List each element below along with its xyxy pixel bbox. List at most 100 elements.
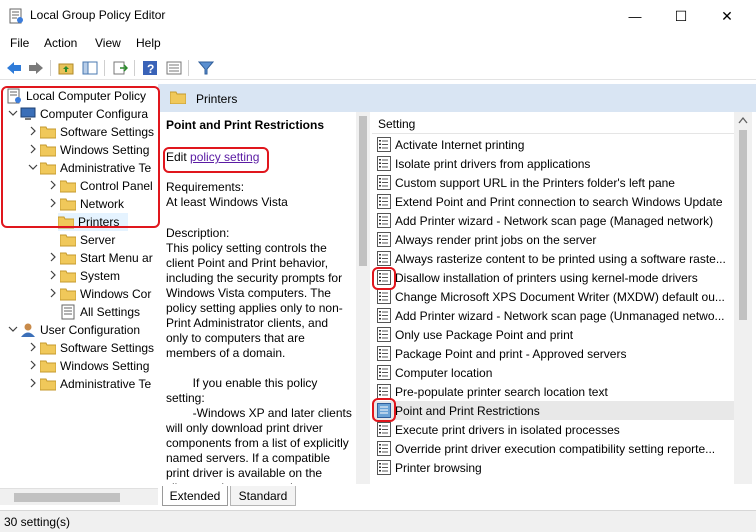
tree-item-label: Administrative Te [60,161,152,175]
setting-row[interactable]: Extend Point and Print connection to sea… [372,192,734,211]
tree-item-software-settings[interactable]: Software Settings [0,339,158,357]
menu-file[interactable]: File [10,36,29,50]
tree-horizontal-scrollbar[interactable] [0,488,158,505]
tab-extended[interactable]: Extended [162,486,228,506]
settings-scrollbar[interactable] [734,112,752,484]
requirements: Requirements: At least Windows Vista [166,180,288,210]
folder-icon [59,178,77,194]
policy-setting-icon [377,441,391,456]
setting-row[interactable]: Disallow installation of printers using … [372,268,734,287]
setting-row[interactable]: Change Microsoft XPS Document Writer (MX… [372,287,734,306]
setting-label: Computer location [395,366,493,380]
chevron-right-icon[interactable] [28,126,38,136]
setting-row[interactable]: Add Printer wizard - Network scan page (… [372,306,734,325]
setting-row[interactable]: Isolate print drivers from applications [372,154,734,173]
show-hide-tree-button[interactable] [80,58,100,78]
tree-item-label: Server [80,233,116,247]
minimize-button[interactable]: — [612,0,658,32]
chevron-right-icon[interactable] [48,270,58,280]
tree-item-administrative-te[interactable]: Administrative Te [0,159,158,177]
tree-item-windows-setting[interactable]: Windows Setting [0,141,158,159]
chevron-down-icon[interactable] [8,324,18,334]
policy-setting-icon [377,460,391,475]
up-folder-button[interactable] [56,58,76,78]
setting-row[interactable]: Only use Package Point and print [372,325,734,344]
filter-icon [198,61,214,75]
setting-row[interactable]: Execute print drivers in isolated proces… [372,420,734,439]
setting-row[interactable]: Custom support URL in the Printers folde… [372,173,734,192]
tree-item-user-configuration[interactable]: User Configuration [0,321,158,339]
menu-help[interactable]: Help [136,36,161,50]
setting-row[interactable]: Package Point and print - Approved serve… [372,344,734,363]
tree-item-printers[interactable]: Printers [57,213,128,231]
setting-label: Point and Print Restrictions [395,404,540,418]
column-header-setting[interactable]: Setting [372,112,734,134]
setting-row[interactable]: Always render print jobs on the server [372,230,734,249]
export-list-button[interactable] [110,58,130,78]
description-scrollbar[interactable] [356,112,370,484]
setting-label: Add Printer wizard - Network scan page (… [395,309,725,323]
chevron-right-icon[interactable] [48,252,58,262]
setting-row[interactable]: Printer browsing [372,458,734,477]
description-pane: Point and Print Restrictions Edit policy… [160,112,356,484]
folder-icon [59,250,77,266]
tree-item-windows-setting[interactable]: Windows Setting [0,357,158,375]
policy-setting-icon [377,232,391,247]
tree-item-software-settings[interactable]: Software Settings [0,123,158,141]
chevron-right-icon[interactable] [28,378,38,388]
tree-item-server[interactable]: Server [0,231,158,249]
help-button[interactable]: ? [140,58,160,78]
tree-item-windows-cor[interactable]: Windows Cor [0,285,158,303]
chevron-down-icon[interactable] [8,108,18,118]
toolbar: ? [0,56,756,80]
forward-button[interactable] [26,58,46,78]
setting-row[interactable]: Add Printer wizard - Network scan page (… [372,211,734,230]
setting-row[interactable]: Override print driver execution compatib… [372,439,734,458]
edit-line: Edit policy setting [166,150,259,164]
chevron-right-icon[interactable] [28,342,38,352]
tree-item-label: Network [80,197,125,211]
setting-label: Always rasterize content to be printed u… [395,252,726,266]
tree-item-computer-configura[interactable]: Computer Configura [0,105,158,123]
chevron-right-icon[interactable] [28,360,38,370]
setting-row[interactable]: Pre-populate printer search location tex… [372,382,734,401]
setting-row[interactable]: Point and Print Restrictions [372,401,734,420]
maximize-button[interactable]: ☐ [658,0,704,32]
chevron-right-icon[interactable] [48,180,58,190]
tree-item-label: Windows Setting [60,359,150,373]
chevron-right-icon[interactable] [48,198,58,208]
chevron-right-icon[interactable] [28,144,38,154]
tree-item-control-panel[interactable]: Control Panel [0,177,158,195]
status-bar: 30 setting(s) [0,510,756,532]
chevron-right-icon[interactable] [48,288,58,298]
tree-item-start-menu-ar[interactable]: Start Menu ar [0,249,158,267]
setting-row[interactable]: Always rasterize content to be printed u… [372,249,734,268]
tree-item-all-settings[interactable]: All Settings [0,303,158,321]
maximize-icon: ☐ [674,7,688,24]
chevron-down-icon[interactable] [28,162,38,172]
filter-button[interactable] [196,58,216,78]
tree-item-system[interactable]: System [0,267,158,285]
tree-item-local-computer-policy[interactable]: Local Computer Policy [0,87,158,105]
setting-row[interactable]: Activate Internet printing [372,135,734,154]
policy-setting-icon [377,365,391,380]
close-button[interactable]: ✕ [704,0,750,32]
policy-document-icon [6,88,22,104]
properties-button[interactable] [164,58,184,78]
show-hide-tree-icon [82,61,98,75]
tree-item-administrative-te[interactable]: Administrative Te [0,375,158,393]
back-button[interactable] [4,58,24,78]
setting-label: Override print driver execution compatib… [395,442,716,456]
menu-action[interactable]: Action [44,36,77,50]
setting-label: Isolate print drivers from applications [395,157,591,171]
scroll-up-icon[interactable] [738,116,748,124]
menu-view[interactable]: View [95,36,121,50]
tree-item-label: System [80,269,121,283]
setting-row[interactable]: Computer location [372,363,734,382]
edit-policy-setting-link[interactable]: policy setting [190,150,259,164]
tree-item-network[interactable]: Network [0,195,158,213]
tab-standard[interactable]: Standard [230,486,296,506]
tree-item-label: Windows Setting [60,143,150,157]
user-icon [20,322,36,338]
folder-icon [59,196,77,212]
